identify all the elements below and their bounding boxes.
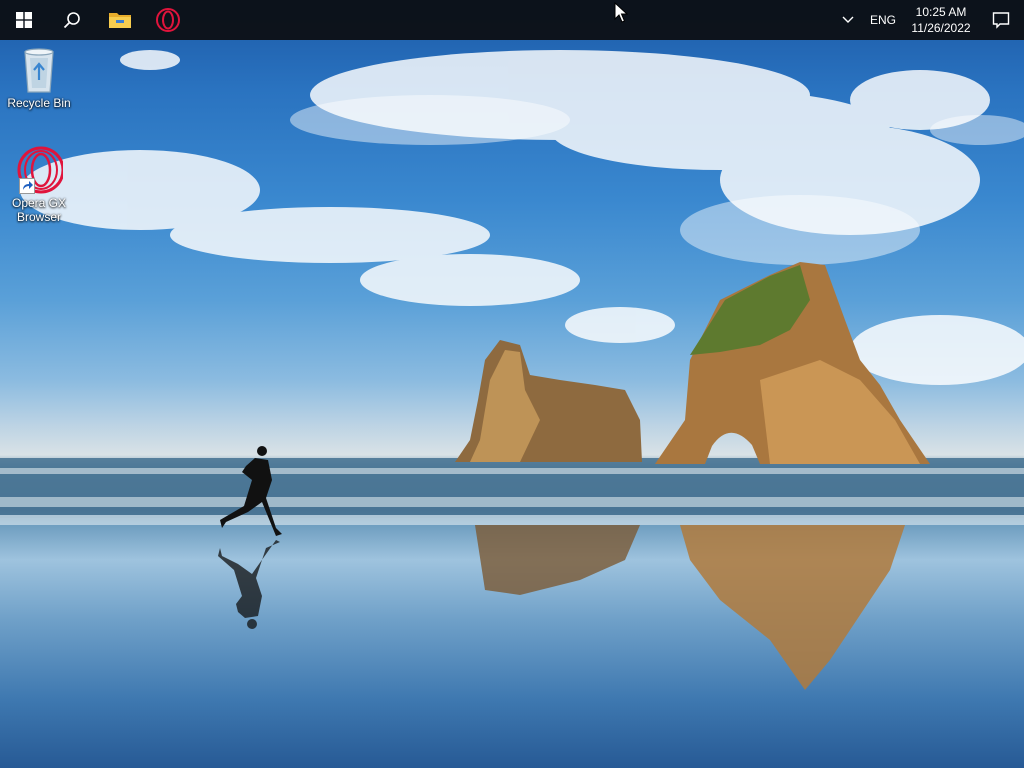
search-icon <box>63 12 80 29</box>
show-hidden-icons-button[interactable] <box>834 0 862 40</box>
desktop-icon-label: Opera GX Browser <box>11 196 67 224</box>
beach-landscape <box>0 50 1024 690</box>
search-button[interactable] <box>48 0 96 40</box>
chevron-up-icon <box>842 16 854 23</box>
notification-icon <box>992 12 1010 29</box>
clock[interactable]: 10:25 AM 11/26/2022 <box>904 4 978 36</box>
input-language-indicator[interactable]: ENG <box>862 13 904 27</box>
folder-icon <box>109 13 131 28</box>
windows-logo-icon <box>16 12 32 28</box>
start-button[interactable] <box>0 0 48 40</box>
mouse-cursor-icon <box>614 2 628 23</box>
desktop-icon-recycle-bin[interactable]: Recycle Bin <box>1 46 77 110</box>
shortcut-arrow-icon <box>19 178 35 194</box>
desktop-icon-opera-gx[interactable]: Opera GX Browser <box>1 146 77 224</box>
clock-time: 10:25 AM <box>915 5 967 19</box>
action-center-button[interactable] <box>978 0 1024 40</box>
opera-gx-taskbar-button[interactable] <box>144 0 192 40</box>
clock-date: 11/26/2022 <box>911 21 971 35</box>
opera-gx-icon <box>15 146 65 194</box>
file-explorer-button[interactable] <box>96 0 144 40</box>
opera-gx-icon <box>156 8 180 32</box>
desktop-wallpaper <box>0 0 1024 768</box>
taskbar: ENG 10:25 AM 11/26/2022 <box>0 0 1024 40</box>
desktop-icon-label: Recycle Bin <box>7 96 71 110</box>
recycle-bin-icon <box>15 46 63 94</box>
